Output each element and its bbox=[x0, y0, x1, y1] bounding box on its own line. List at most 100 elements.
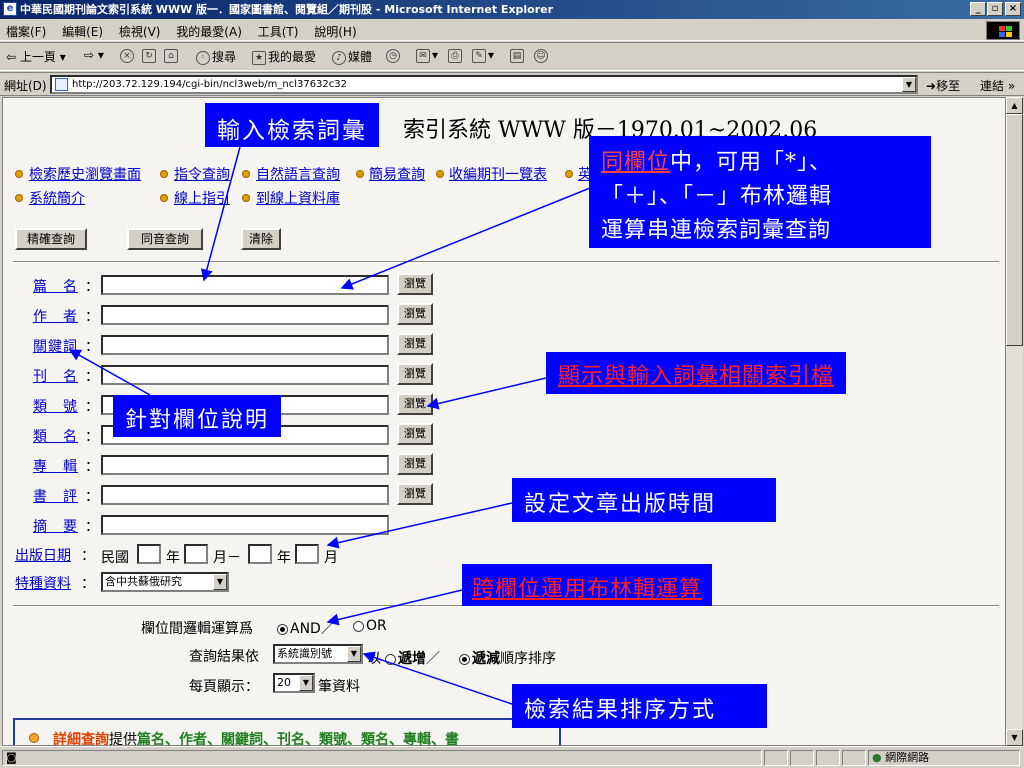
desc-radio[interactable] bbox=[459, 653, 470, 665]
nav-command-search[interactable]: 指令查詢 bbox=[174, 164, 230, 184]
nav-natural-language[interactable]: 自然語言查詢 bbox=[256, 164, 340, 184]
or-radio[interactable] bbox=[353, 620, 364, 632]
links-button[interactable]: 連結 » bbox=[980, 77, 1015, 94]
browse-journal-button[interactable]: 瀏覽 bbox=[397, 363, 433, 385]
roc-label: 民國 bbox=[101, 550, 129, 566]
vertical-scrollbar[interactable]: ▲ ▼ bbox=[1006, 97, 1023, 746]
pubdate-label[interactable]: 出版日期 bbox=[15, 545, 71, 565]
forward-button[interactable]: ⇨ ▾ bbox=[84, 48, 104, 62]
keyword-input[interactable] bbox=[101, 335, 389, 355]
nav-online-guide[interactable]: 線上指引 bbox=[174, 188, 230, 208]
field-label-journal[interactable]: 刊 名 bbox=[33, 366, 78, 386]
start-year-input[interactable] bbox=[137, 544, 161, 564]
nav-online-database[interactable]: 到線上資料庫 bbox=[256, 188, 340, 208]
menu-file[interactable]: 檔案(F) bbox=[0, 19, 52, 40]
menu-help[interactable]: 說明(H) bbox=[308, 19, 362, 40]
nav-journal-list[interactable]: 收編期刊一覽表 bbox=[449, 164, 547, 184]
go-button[interactable]: ➜移至 bbox=[926, 77, 960, 94]
scroll-thumb[interactable] bbox=[1006, 114, 1023, 346]
nav-intro[interactable]: 系統簡介 bbox=[29, 188, 85, 208]
sort-desc-option[interactable]: 遞減順序排序 bbox=[459, 648, 556, 668]
colon: ： bbox=[81, 548, 95, 564]
browse-class-number-button[interactable]: 瀏覽 bbox=[397, 393, 433, 415]
colon: ： bbox=[85, 309, 99, 325]
book-review-input[interactable] bbox=[101, 485, 389, 505]
status-cell bbox=[842, 750, 866, 766]
journal-input[interactable] bbox=[101, 365, 389, 385]
refresh-button[interactable]: ↻ bbox=[142, 48, 158, 63]
back-button[interactable]: ⇦ 上一頁 ▾ bbox=[6, 48, 66, 65]
field-label-class-name[interactable]: 類 名 bbox=[33, 426, 78, 446]
minimize-button[interactable]: _ bbox=[970, 2, 986, 16]
favorites-button[interactable]: ★ 我的最愛 bbox=[252, 48, 316, 65]
nav-history[interactable]: 檢索歷史瀏覽畫面 bbox=[29, 164, 141, 184]
field-label-title[interactable]: 篇 名 bbox=[33, 276, 78, 296]
special-data-select[interactable]: 含中共蘇俄研究 ▼ bbox=[101, 572, 229, 592]
start-month-input[interactable] bbox=[184, 544, 208, 564]
history-button[interactable]: ◷ bbox=[386, 48, 402, 63]
media-button[interactable]: ♪ 媒體 bbox=[332, 48, 372, 65]
search-button[interactable]: ◦ 搜尋 bbox=[196, 48, 236, 65]
browse-title-button[interactable]: 瀏覽 bbox=[397, 273, 433, 295]
edit-button[interactable]: ✎ ▾ bbox=[472, 48, 494, 63]
field-label-class-number[interactable]: 類 號 bbox=[33, 396, 78, 416]
clear-button[interactable]: 清除 bbox=[241, 228, 281, 250]
perpage-select[interactable]: 20 ▼ bbox=[273, 673, 315, 693]
year2-label: 年 bbox=[277, 550, 291, 566]
special-data-label[interactable]: 特種資料 bbox=[15, 573, 71, 593]
stop-button[interactable]: × bbox=[120, 48, 136, 63]
info-text: 詳細查詢提供篇名、作者、關鍵詞、刊名、類號、類名、專輯、書 bbox=[53, 732, 459, 746]
menu-edit[interactable]: 編輯(E) bbox=[56, 19, 109, 40]
messenger-icon: ☺ bbox=[534, 48, 548, 63]
homophone-search-button[interactable]: 同音查詢 bbox=[127, 228, 203, 250]
address-dropdown[interactable]: ▼ bbox=[902, 77, 916, 92]
field-label-special-issue[interactable]: 專 輯 bbox=[33, 456, 78, 476]
browse-keyword-button[interactable]: 瀏覽 bbox=[397, 333, 433, 355]
browse-book-review-button[interactable]: 瀏覽 bbox=[397, 483, 433, 505]
logic-and-option[interactable]: AND／ bbox=[277, 618, 335, 638]
logic-or-option[interactable]: OR bbox=[353, 618, 387, 634]
end-month-input[interactable] bbox=[295, 544, 319, 564]
mail-button[interactable]: ✉ ▾ bbox=[416, 48, 438, 63]
sort-field-select[interactable]: 系統識別號 ▼ bbox=[273, 644, 363, 664]
and-radio[interactable] bbox=[277, 623, 288, 635]
window-title: 中華民國期刊論文索引系統 WWW 版一．國家圖書館、閱覽組／期刊股 - Micr… bbox=[20, 3, 554, 16]
messenger-button[interactable]: ☺ bbox=[534, 48, 550, 63]
scroll-up-button[interactable]: ▲ bbox=[1006, 97, 1023, 114]
precise-search-button[interactable]: 精確查詢 bbox=[15, 228, 87, 250]
asc-radio[interactable] bbox=[385, 653, 396, 665]
special-issue-input[interactable] bbox=[101, 455, 389, 475]
colon: ： bbox=[81, 576, 95, 592]
nav-simple-search[interactable]: 簡易查詢 bbox=[369, 164, 425, 184]
author-input[interactable] bbox=[101, 305, 389, 325]
menu-view[interactable]: 檢視(V) bbox=[113, 19, 167, 40]
menu-favorites[interactable]: 我的最愛(A) bbox=[170, 19, 248, 40]
maximize-button[interactable]: ▫ bbox=[987, 2, 1003, 16]
address-input[interactable]: http://203.72.129.194/cgi-bin/ncl3web/m_… bbox=[50, 75, 918, 94]
field-label-keyword[interactable]: 關鍵詞 bbox=[33, 336, 78, 356]
status-cell bbox=[764, 750, 788, 766]
title-input[interactable] bbox=[101, 275, 389, 295]
sort-asc-option[interactable]: 遞增／ bbox=[385, 648, 440, 668]
field-label-author[interactable]: 作 者 bbox=[33, 306, 78, 326]
edit-icon: ✎ bbox=[472, 48, 486, 63]
field-label-abstract[interactable]: 摘 要 bbox=[33, 516, 78, 536]
browse-class-name-button[interactable]: 瀏覽 bbox=[397, 423, 433, 445]
colon: ： bbox=[85, 429, 99, 445]
field-label-book-review[interactable]: 書 評 bbox=[33, 486, 78, 506]
home-button[interactable]: ⌂ bbox=[164, 48, 180, 63]
browse-author-button[interactable]: 瀏覽 bbox=[397, 303, 433, 325]
close-button[interactable]: × bbox=[1005, 2, 1021, 16]
callout-input-terms: 輸入檢索詞彙 bbox=[205, 103, 379, 147]
bullet-icon bbox=[356, 170, 364, 178]
menu-tools[interactable]: 工具(T) bbox=[252, 19, 305, 40]
month2-label: 月 bbox=[324, 550, 338, 566]
scroll-down-button[interactable]: ▼ bbox=[1006, 729, 1023, 746]
print-button[interactable]: ⎙ bbox=[448, 48, 464, 63]
bullet-icon bbox=[565, 170, 573, 178]
abstract-input[interactable] bbox=[101, 515, 389, 535]
bullet-icon bbox=[29, 733, 39, 743]
discuss-button[interactable]: ▤ bbox=[510, 48, 526, 63]
end-year-input[interactable] bbox=[248, 544, 272, 564]
browse-special-issue-button[interactable]: 瀏覽 bbox=[397, 453, 433, 475]
